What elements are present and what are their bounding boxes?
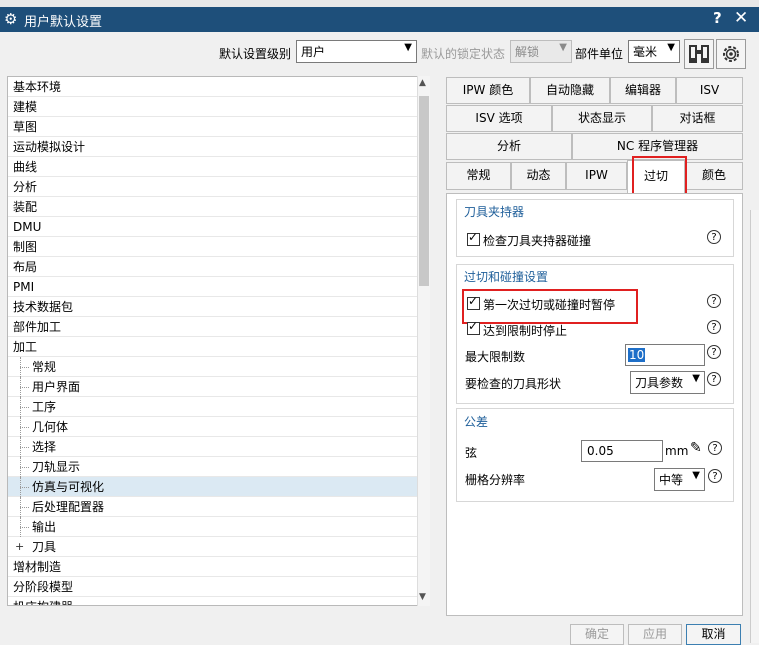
max-limit-input[interactable]: 10 [625,344,705,366]
shape-label: 要检查的刀具形状 [465,377,562,391]
tree-item-path-display[interactable]: 刀轨显示 [8,457,418,477]
tree-item-geometry[interactable]: 几何体 [8,417,418,437]
tree-item-dmu[interactable]: DMU [8,217,418,237]
tree-item-assembly[interactable]: 装配 [8,197,418,217]
tree-item-tdp[interactable]: 技术数据包 [8,297,418,317]
tree-item-machine-builder[interactable]: 机床构建器 [8,597,418,605]
expand-icon[interactable]: + [15,537,24,557]
tree-item-layout[interactable]: 布局 [8,257,418,277]
chord-unit: mm [665,444,689,458]
check-holder-checkbox[interactable] [467,230,480,246]
window-title: 用户默认设置 [24,15,103,30]
gear-icon [723,46,739,62]
tree-item-post-config[interactable]: 后处理配置器 [8,497,418,517]
settings-button[interactable] [716,39,746,69]
stop-limit-label: 达到限制时停止 [483,324,568,338]
scroll-up-icon[interactable]: ▲ [419,78,426,88]
check-holder-label: 检查刀具夹持器碰撞 [483,234,592,248]
gear-icon: ⚙ [4,10,18,28]
help-icon[interactable]: ? [708,441,722,455]
tree-scroll-thumb[interactable] [419,96,429,286]
tab-ipw[interactable]: IPW [566,162,627,190]
apply-button[interactable]: 应用 [628,624,682,645]
tree-item-machining[interactable]: 加工 [8,337,418,357]
help-icon[interactable]: ? [707,372,721,386]
tree-item-tool[interactable]: + 刀具 [8,537,418,557]
tree-item-sketch[interactable]: 草图 [8,117,418,137]
group-title-tolerance: 公差 [464,415,489,429]
tab-isv[interactable]: ISV [676,77,743,104]
binoculars-icon [689,45,709,63]
cancel-button[interactable]: 取消 [686,624,741,645]
grid-select[interactable]: 中等 ▼ [654,468,705,491]
help-icon[interactable]: ? [707,230,721,244]
tab-general[interactable]: 常规 [446,162,511,190]
group-title-tool-holder: 刀具夹持器 [464,205,525,219]
category-tree: 基本环境 建模 草图 运动模拟设计 曲线 分析 装配 DMU 制图 布局 PMI… [7,76,430,606]
tree-item-motion[interactable]: 运动模拟设计 [8,137,418,157]
pencil-icon[interactable]: ✎ [690,440,702,456]
help-button[interactable]: ? [713,9,722,27]
close-button[interactable]: ✕ [734,8,748,28]
stop-limit-checkbox[interactable] [467,319,480,335]
tree-item-analysis[interactable]: 分析 [8,177,418,197]
top-strip [0,0,759,7]
chevron-down-icon: ▼ [692,470,700,481]
tree-item-general[interactable]: 常规 [8,357,418,377]
tree-item-modeling[interactable]: 建模 [8,97,418,117]
help-icon[interactable]: ? [707,345,721,359]
background-window-edge [750,210,759,643]
lock-select[interactable]: 解锁 ▼ [510,40,572,63]
group-title-gouge: 过切和碰撞设置 [464,270,549,284]
title-bar: ⚙ 用户默认设置 ? ✕ [0,7,759,32]
help-icon[interactable]: ? [707,320,721,334]
tree-item-curve[interactable]: 曲线 [8,157,418,177]
help-icon[interactable]: ? [707,294,721,308]
max-limit-label: 最大限制数 [465,350,526,364]
level-label: 默认设置级别 [219,47,292,61]
highlight-box-tab [632,156,687,198]
tree-item-additive[interactable]: 增材制造 [8,557,418,577]
help-icon[interactable]: ? [708,469,722,483]
chevron-down-icon: ▼ [404,42,412,53]
shape-select[interactable]: 刀具参数 ▼ [630,371,705,394]
tab-isv-options[interactable]: ISV 选项 [446,105,552,132]
chevron-down-icon: ▼ [692,373,700,384]
tree-item-simulation[interactable]: 仿真与可视化 [8,477,418,497]
tree-item-output[interactable]: 输出 [8,517,418,537]
tab-ipw-color[interactable]: IPW 颜色 [446,77,530,104]
tree-item-ui[interactable]: 用户界面 [8,377,418,397]
lock-label: 默认的锁定状态 [421,47,506,61]
chevron-down-icon: ▼ [559,42,567,53]
ok-button[interactable]: 确定 [570,624,624,645]
tab-status-display[interactable]: 状态显示 [552,105,652,132]
tab-color[interactable]: 颜色 [685,162,743,190]
tab-dialog[interactable]: 对话框 [652,105,743,132]
unit-select[interactable]: 毫米 ▼ [628,40,680,63]
tree-item-part-mfg[interactable]: 部件加工 [8,317,418,337]
level-select[interactable]: 用户 ▼ [296,40,417,63]
unit-label: 部件单位 [575,47,624,61]
tree-item-staged-model[interactable]: 分阶段模型 [8,577,418,597]
tab-auto-hide[interactable]: 自动隐藏 [530,77,610,104]
tree-item-selection[interactable]: 选择 [8,437,418,457]
highlight-box-pause [462,289,638,324]
chord-label: 弦 [465,446,478,460]
scroll-down-icon[interactable]: ▼ [419,592,426,602]
tree-item-basic-env[interactable]: 基本环境 [8,77,418,97]
tab-analysis[interactable]: 分析 [446,133,572,160]
tree-item-drafting[interactable]: 制图 [8,237,418,257]
grid-label: 栅格分辨率 [465,473,526,487]
tree-item-pmi[interactable]: PMI [8,277,418,297]
chevron-down-icon: ▼ [667,42,675,53]
tab-dynamic[interactable]: 动态 [511,162,566,190]
chord-input[interactable]: 0.05 [581,440,663,462]
tree-item-operation[interactable]: 工序 [8,397,418,417]
tab-editor[interactable]: 编辑器 [610,77,676,104]
find-button[interactable] [684,39,714,69]
